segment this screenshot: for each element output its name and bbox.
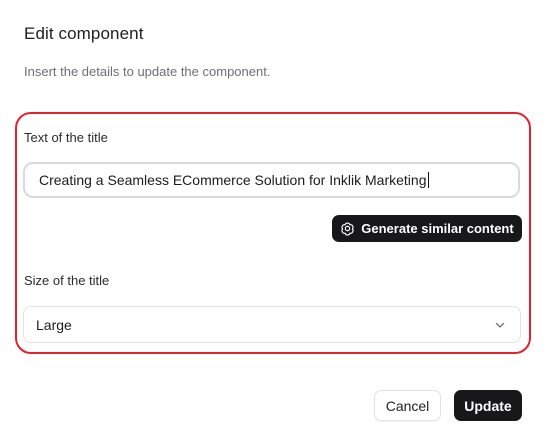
dialog-description: Insert the details to update the compone…: [24, 64, 271, 79]
title-text-input[interactable]: Creating a Seamless ECommerce Solution f…: [23, 162, 520, 198]
openai-icon: [340, 221, 355, 236]
chevron-down-icon: [494, 319, 506, 331]
cancel-button[interactable]: Cancel: [374, 390, 441, 421]
title-size-label: Size of the title: [24, 273, 110, 288]
title-text-label: Text of the title: [24, 130, 108, 145]
text-caret: [427, 172, 429, 188]
generate-similar-content-button[interactable]: Generate similar content: [332, 215, 522, 242]
title-text-value: Creating a Seamless ECommerce Solution f…: [39, 172, 427, 188]
title-size-value: Large: [36, 316, 72, 333]
dialog-title: Edit component: [24, 24, 144, 43]
generate-button-label: Generate similar content: [361, 221, 514, 236]
edit-component-dialog: Edit component Insert the details to upd…: [0, 0, 550, 446]
update-button[interactable]: Update: [454, 390, 522, 421]
title-size-select[interactable]: Large: [23, 306, 521, 343]
